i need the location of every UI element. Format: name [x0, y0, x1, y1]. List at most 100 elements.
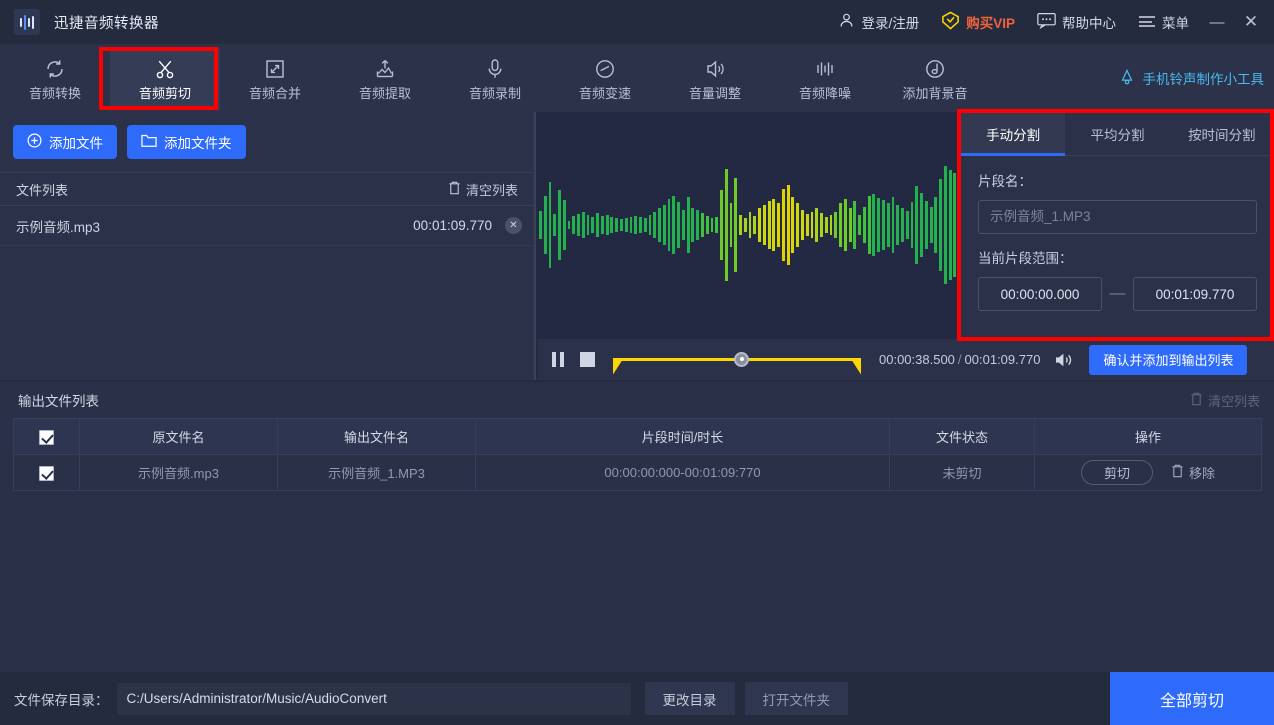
waveform-bar: [630, 217, 633, 233]
confirm-add-to-output-button[interactable]: 确认并添加到输出列表: [1089, 345, 1247, 375]
waveform-bar: [610, 217, 613, 233]
nav-item-audio-merge[interactable]: 音频合并: [220, 48, 330, 110]
col-actions: 操作: [1035, 419, 1262, 455]
pause-button[interactable]: [552, 352, 564, 367]
segment-name-input[interactable]: 示例音频_1.MP3: [978, 200, 1257, 234]
cut-all-button[interactable]: 全部剪切: [1110, 672, 1274, 725]
nav-item-audio-speed[interactable]: 音频变速: [550, 48, 660, 110]
save-path-input[interactable]: C:/Users/Administrator/Music/AudioConver…: [117, 683, 631, 715]
add-folder-button[interactable]: 添加文件夹: [127, 125, 246, 159]
waveform-bar: [777, 203, 780, 247]
waveform-bar: [791, 197, 794, 253]
waveform-bar: [911, 202, 914, 248]
slider-end-handle[interactable]: [850, 358, 861, 375]
folder-icon: [141, 133, 157, 151]
nav-item-audio-denoise[interactable]: 音频降噪: [770, 48, 880, 110]
nav-item-add-background-music[interactable]: 添加背景音: [880, 48, 990, 110]
table-header-row: 原文件名 输出文件名 片段时间/时长 文件状态 操作: [14, 419, 1262, 455]
waveform-bar: [739, 215, 742, 235]
waveform-bar: [915, 186, 918, 264]
volume-button[interactable]: [1054, 351, 1074, 369]
row-select-cell[interactable]: [14, 455, 80, 491]
waveform-bar: [801, 210, 804, 240]
background-music-icon: [924, 58, 946, 80]
playback-slider[interactable]: [613, 347, 861, 373]
title-bar: 迅捷音频转换器 登录/注册 购买VIP 帮助中心: [0, 0, 1274, 44]
output-list-title: 输出文件列表: [18, 390, 99, 410]
tab-average-split[interactable]: 平均分割: [1065, 112, 1169, 155]
segment-name-label: 片段名：: [978, 170, 1257, 190]
waveform-bar: [806, 214, 809, 236]
waveform-bar: [825, 217, 828, 233]
buy-vip-button[interactable]: 购买VIP: [930, 0, 1026, 44]
range-end-input[interactable]: 00:01:09.770: [1133, 277, 1257, 311]
waveform-bar: [568, 221, 571, 229]
clear-file-list-button[interactable]: 清空列表: [448, 180, 518, 199]
nav-item-audio-record[interactable]: 音频录制: [440, 48, 550, 110]
stop-button[interactable]: [580, 352, 595, 367]
select-all-checkbox[interactable]: [39, 430, 54, 445]
waveform-bar: [658, 208, 661, 242]
menu-button[interactable]: 菜单: [1127, 0, 1200, 44]
waveform-bar: [920, 193, 923, 257]
waveform-bar: [820, 213, 823, 237]
select-all-header[interactable]: [14, 419, 80, 455]
tab-manual-split[interactable]: 手动分割: [961, 112, 1065, 155]
nav-label: 音频降噪: [799, 87, 851, 100]
open-folder-button[interactable]: 打开文件夹: [745, 682, 849, 715]
waveform-bar: [691, 208, 694, 242]
clear-output-list-button[interactable]: 清空列表: [1190, 391, 1260, 410]
waveform-bar: [849, 208, 852, 242]
denoise-icon: [814, 58, 836, 80]
waveform-bar: [620, 219, 623, 231]
app-title: 迅捷音频转换器: [54, 12, 159, 33]
waveform-bar: [668, 199, 671, 251]
save-dir-label: 文件保存目录：: [14, 689, 109, 709]
app-logo-icon: [14, 9, 40, 35]
row-source-name: 示例音频.mp3: [80, 455, 278, 491]
remove-file-icon[interactable]: ✕: [505, 217, 522, 234]
waveform-bar: [734, 178, 737, 272]
table-row[interactable]: 示例音频.mp3 示例音频_1.MP3 00:00:00:000-00:01:0…: [14, 455, 1262, 491]
nav-item-audio-extract[interactable]: 音频提取: [330, 48, 440, 110]
time-separator: /: [958, 352, 962, 367]
row-remove-button[interactable]: 移除: [1171, 463, 1215, 482]
current-time: 00:00:38.500: [879, 352, 955, 367]
chat-bubble-icon: [1037, 12, 1056, 32]
waveform-bar: [887, 203, 890, 247]
slider-knob[interactable]: [734, 352, 749, 367]
waveform-bar: [863, 207, 866, 243]
login-register-button[interactable]: 登录/注册: [827, 0, 930, 44]
minimize-button[interactable]: —: [1200, 0, 1234, 44]
waveform-bar: [539, 211, 542, 239]
waveform-bar: [834, 212, 837, 238]
nav-item-volume-adjust[interactable]: 音量调整: [660, 48, 770, 110]
waveform-bar: [663, 205, 666, 245]
file-list-item[interactable]: 示例音频.mp3 00:01:09.770 ✕: [0, 206, 534, 246]
range-start-input[interactable]: 00:00:00.000: [978, 277, 1102, 311]
row-output-name: 示例音频_1.MP3: [278, 455, 476, 491]
waveform-display[interactable]: [538, 112, 962, 339]
waveform-bars: [538, 112, 962, 339]
waveform-bar: [753, 216, 756, 234]
nav-label: 音频合并: [249, 87, 301, 100]
nav-item-audio-cut[interactable]: 音频剪切: [110, 48, 220, 110]
ringtone-tool-link[interactable]: 手机铃声制作小工具: [1118, 44, 1265, 112]
total-time: 00:01:09.770: [965, 352, 1041, 367]
close-button[interactable]: ✕: [1234, 0, 1268, 44]
add-file-button[interactable]: 添加文件: [13, 125, 117, 159]
nav-item-audio-convert[interactable]: 音频转换: [0, 48, 110, 110]
row-segment-time: 00:00:00:000-00:01:09:770: [476, 455, 890, 491]
row-checkbox[interactable]: [39, 466, 54, 481]
output-list-header: 输出文件列表 清空列表: [0, 382, 1274, 418]
row-cut-button[interactable]: 剪切: [1081, 460, 1153, 485]
help-center-button[interactable]: 帮助中心: [1026, 0, 1127, 44]
slider-start-handle[interactable]: [613, 358, 624, 375]
waveform-bar: [730, 203, 733, 247]
plus-circle-icon: [27, 133, 42, 151]
change-dir-button[interactable]: 更改目录: [645, 682, 735, 715]
add-file-label: 添加文件: [49, 132, 103, 152]
waveform-bar: [782, 189, 785, 261]
microphone-icon: [484, 58, 506, 80]
tab-time-split[interactable]: 按时间分割: [1170, 112, 1274, 155]
